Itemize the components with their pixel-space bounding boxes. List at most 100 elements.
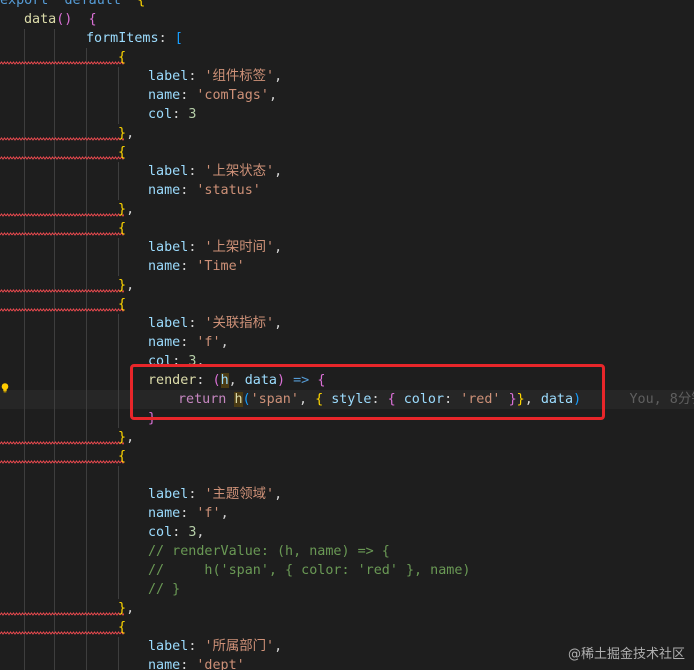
code-line[interactable] bbox=[0, 466, 694, 485]
code-token: '上架时间' bbox=[204, 240, 275, 255]
code-line[interactable]: data() { bbox=[0, 10, 694, 29]
code-token: , bbox=[274, 316, 283, 331]
code-token: name bbox=[148, 259, 181, 274]
indent-guide bbox=[24, 390, 25, 409]
indent-guide bbox=[54, 219, 55, 238]
code-token: : bbox=[180, 658, 197, 670]
code-line[interactable]: // } bbox=[0, 580, 694, 599]
indent-guide bbox=[54, 656, 55, 670]
indent-guide bbox=[24, 447, 25, 466]
code-token: col bbox=[148, 525, 173, 540]
indent-guide bbox=[118, 333, 119, 352]
code-token: '组件标签' bbox=[204, 69, 275, 84]
code-line[interactable]: label: '组件标签', bbox=[0, 67, 694, 86]
code-text: label: '所属部门', bbox=[148, 637, 282, 656]
code-token: } bbox=[118, 430, 127, 445]
code-token: : bbox=[180, 183, 197, 198]
indent-guide bbox=[54, 447, 55, 466]
code-token: } bbox=[118, 601, 127, 616]
indent-guide bbox=[86, 181, 87, 200]
indent-guide bbox=[24, 580, 25, 599]
code-line[interactable]: name: 'f', bbox=[0, 333, 694, 352]
code-token: , bbox=[220, 506, 229, 521]
code-token: , bbox=[274, 240, 283, 255]
indent-guide bbox=[118, 105, 119, 124]
indent-guide bbox=[118, 409, 119, 428]
indent-guide bbox=[24, 542, 25, 561]
code-line[interactable]: }, bbox=[0, 124, 694, 143]
code-token: : bbox=[188, 240, 205, 255]
code-token: : bbox=[180, 335, 197, 350]
lightbulb-icon[interactable] bbox=[1, 383, 9, 393]
code-line[interactable]: { bbox=[0, 219, 694, 238]
code-text: name: 'dept' bbox=[148, 656, 245, 670]
indent-guide bbox=[86, 542, 87, 561]
code-token: col bbox=[148, 107, 173, 122]
code-line[interactable]: // renderValue: (h, name) => { bbox=[0, 542, 694, 561]
code-line[interactable]: col: 3, bbox=[0, 352, 694, 371]
code-token: , bbox=[196, 354, 205, 369]
code-editor[interactable]: export default {data() {formItems: [{lab… bbox=[0, 0, 694, 670]
code-line[interactable]: // h('span', { color: 'red' }, name) bbox=[0, 561, 694, 580]
code-token: , bbox=[274, 487, 283, 502]
code-token: col bbox=[148, 354, 173, 369]
code-text: col: 3, bbox=[148, 352, 204, 371]
indent-guide bbox=[54, 542, 55, 561]
indent-guide bbox=[54, 124, 55, 143]
error-squiggle bbox=[0, 137, 124, 141]
code-line[interactable]: return h('span', { style: { color: 'red'… bbox=[0, 390, 694, 409]
code-line[interactable]: name: 'Time' bbox=[0, 257, 694, 276]
code-token: : bbox=[180, 88, 197, 103]
indent-guide bbox=[86, 86, 87, 105]
code-line[interactable]: col: 3, bbox=[0, 523, 694, 542]
code-text: }, bbox=[118, 428, 134, 447]
code-text: { bbox=[118, 219, 126, 238]
code-line[interactable]: { bbox=[0, 295, 694, 314]
code-line[interactable]: { bbox=[0, 618, 694, 637]
code-token: } bbox=[118, 202, 127, 217]
code-token: data bbox=[244, 373, 277, 388]
code-token: , bbox=[524, 392, 541, 407]
code-token: : bbox=[444, 392, 461, 407]
code-text: } bbox=[148, 409, 156, 428]
indent-guide bbox=[54, 29, 55, 48]
code-line[interactable]: render: (h, data) => { bbox=[0, 371, 694, 390]
code-line[interactable]: { bbox=[0, 143, 694, 162]
code-token: 'dept' bbox=[196, 658, 245, 670]
indent-guide bbox=[54, 352, 55, 371]
code-token: , bbox=[228, 373, 245, 388]
code-line[interactable]: label: '关联指标', bbox=[0, 314, 694, 333]
code-line[interactable]: { bbox=[0, 447, 694, 466]
code-line[interactable]: col: 3 bbox=[0, 105, 694, 124]
indent-guide bbox=[118, 314, 119, 333]
indent-guide bbox=[86, 124, 87, 143]
code-text: // } bbox=[148, 580, 180, 599]
code-line[interactable]: export default { bbox=[0, 0, 694, 10]
indent-guide bbox=[24, 371, 25, 390]
code-line[interactable]: label: '主题领域', bbox=[0, 485, 694, 504]
indent-guide bbox=[24, 200, 25, 219]
code-line[interactable]: formItems: [ bbox=[0, 29, 694, 48]
code-line[interactable]: label: '上架状态', bbox=[0, 162, 694, 181]
code-line[interactable]: }, bbox=[0, 200, 694, 219]
code-line[interactable]: name: 'comTags', bbox=[0, 86, 694, 105]
code-line[interactable]: } bbox=[0, 409, 694, 428]
code-token: label bbox=[148, 164, 189, 179]
code-text: export default { bbox=[0, 0, 145, 10]
code-line[interactable]: }, bbox=[0, 599, 694, 618]
code-text: { bbox=[118, 48, 126, 67]
code-line[interactable]: }, bbox=[0, 428, 694, 447]
indent-guide bbox=[54, 143, 55, 162]
code-line[interactable]: }, bbox=[0, 276, 694, 295]
code-text: // renderValue: (h, name) => { bbox=[148, 542, 390, 561]
code-line[interactable]: name: 'f', bbox=[0, 504, 694, 523]
code-text: data() { bbox=[24, 10, 97, 29]
code-line[interactable]: { bbox=[0, 48, 694, 67]
code-line[interactable]: name: 'status' bbox=[0, 181, 694, 200]
code-token: ) bbox=[277, 373, 286, 388]
code-token: 'red' bbox=[460, 392, 501, 407]
code-line[interactable]: label: '上架时间', bbox=[0, 238, 694, 257]
code-text: name: 'status' bbox=[148, 181, 261, 200]
